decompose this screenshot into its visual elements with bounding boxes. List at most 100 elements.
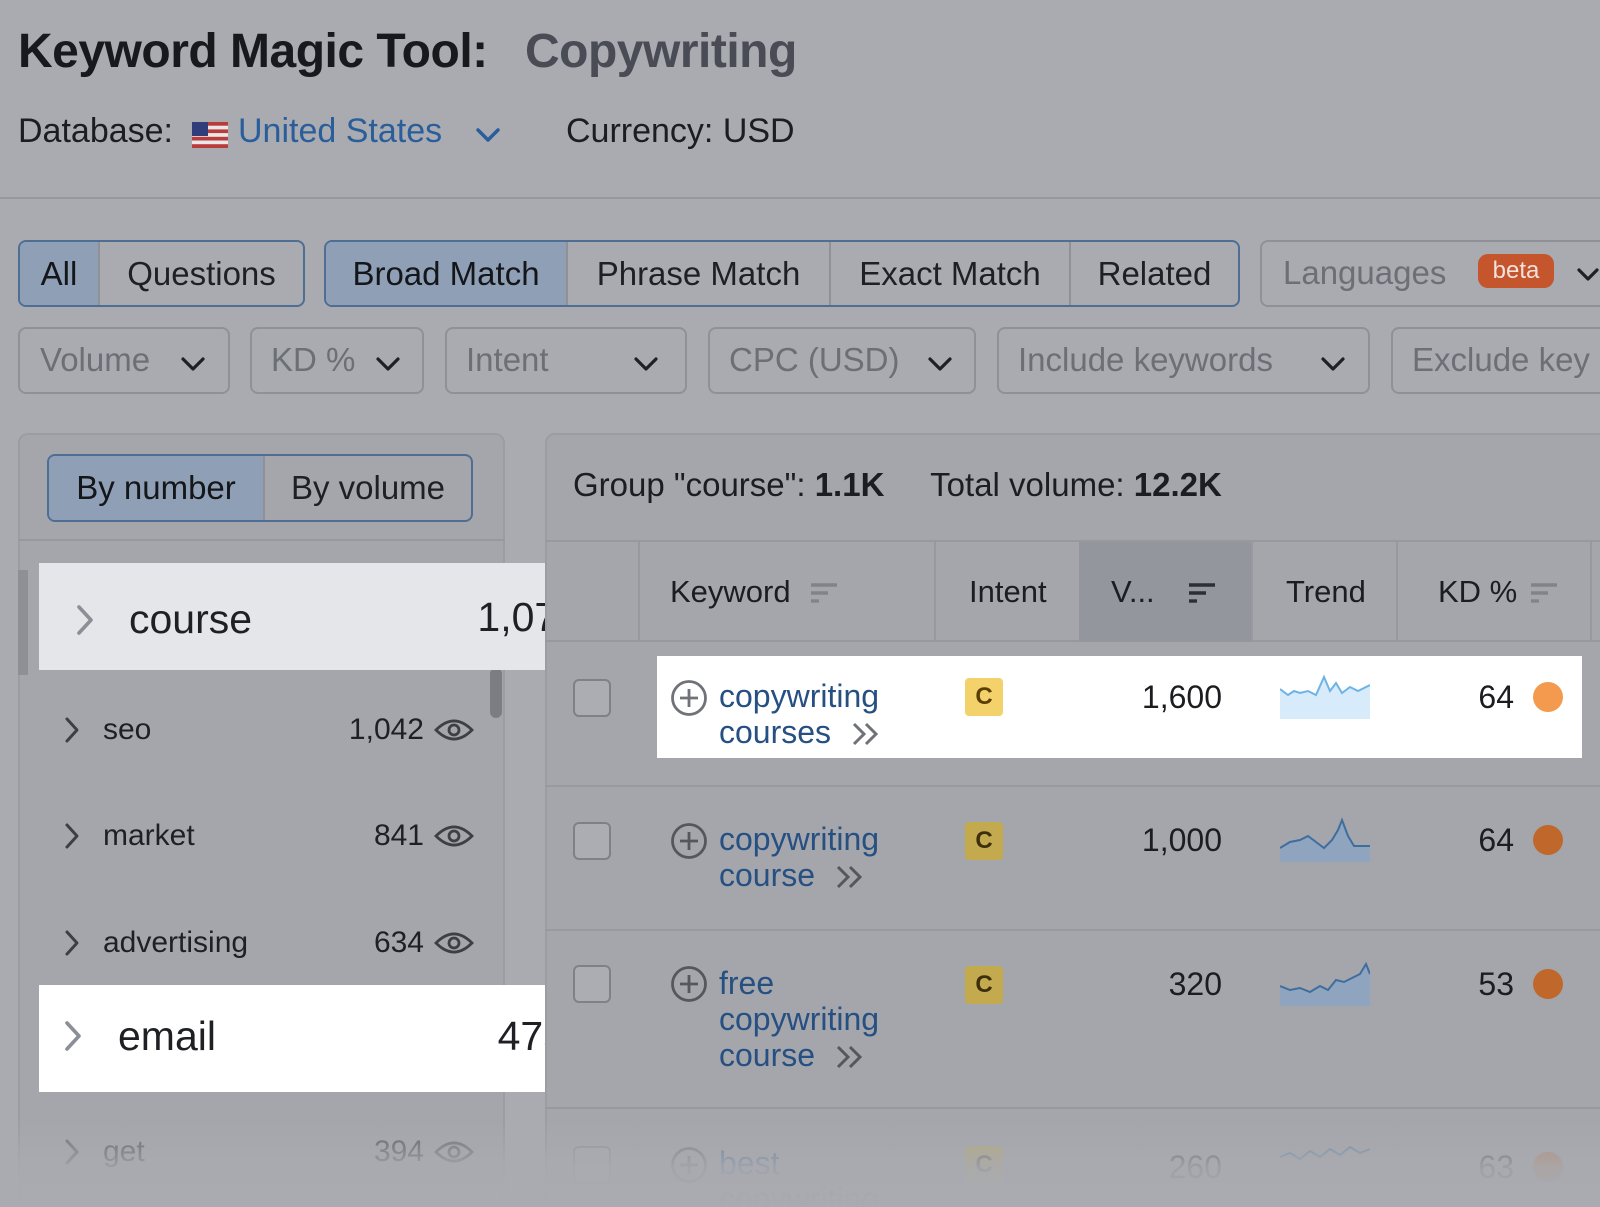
- group-name: market: [103, 819, 195, 852]
- volume-value: 1,000: [1141, 822, 1222, 858]
- database-select[interactable]: United States: [238, 112, 442, 151]
- column-divider: [1590, 542, 1592, 642]
- group-count: 634: [373, 926, 424, 959]
- group-name: course: [129, 596, 253, 642]
- serp-arrow-icon[interactable]: [834, 863, 866, 891]
- add-keyword-icon[interactable]: [670, 822, 708, 860]
- column-divider: [1396, 542, 1398, 642]
- chevron-right-icon[interactable]: [64, 929, 80, 957]
- intent-badge: C: [965, 822, 1003, 860]
- currency-label: Currency: USD: [566, 112, 795, 150]
- trend-sparkline: [1280, 674, 1370, 719]
- eye-icon[interactable]: [434, 716, 474, 744]
- us-flag-icon: [192, 122, 228, 148]
- keyword-link[interactable]: free: [719, 965, 774, 1001]
- serp-arrow-icon[interactable]: [834, 1043, 866, 1071]
- tab-by-number[interactable]: By number: [49, 456, 265, 520]
- sort-icon[interactable]: [809, 581, 839, 605]
- keyword-link[interactable]: course: [719, 857, 815, 893]
- kd-indicator: [1533, 825, 1563, 855]
- trend-sparkline: [1280, 961, 1370, 1006]
- column-header-trend: Trend: [1286, 574, 1366, 609]
- column-header-volume[interactable]: V...: [1111, 574, 1155, 610]
- group-sort-tabs: By number By volume: [47, 454, 473, 522]
- column-divider: [934, 542, 936, 642]
- bottom-fade: [0, 1120, 1600, 1207]
- group-summary: Group "course": 1.1K Total volume: 12.2K: [573, 466, 1222, 504]
- group-summary-value: 1.1K: [814, 466, 885, 503]
- row-checkbox[interactable]: [573, 679, 611, 717]
- tab-broad-match[interactable]: Broad Match: [326, 242, 568, 305]
- keyword-type-tabs: All Questions: [18, 240, 305, 307]
- page-title: Keyword Magic Tool:: [18, 25, 488, 78]
- groups-scroll-track: [18, 570, 28, 675]
- group-summary-label: Group "course":: [573, 466, 806, 503]
- beta-badge: beta: [1478, 254, 1554, 288]
- chevron-down-icon: [928, 357, 952, 371]
- column-header-keyword[interactable]: Keyword: [670, 574, 791, 610]
- kd-filter-label: KD %: [271, 341, 356, 378]
- total-volume-label: Total volume:: [930, 466, 1125, 503]
- tab-questions[interactable]: Questions: [100, 242, 303, 305]
- chevron-right-icon[interactable]: [62, 1019, 84, 1053]
- chevron-down-icon[interactable]: [474, 124, 502, 146]
- column-header-intent[interactable]: Intent: [969, 574, 1047, 610]
- include-keywords-label: Include keywords: [1018, 341, 1273, 378]
- group-name: email: [118, 1013, 216, 1059]
- kd-indicator: [1533, 682, 1563, 712]
- group-name: seo: [103, 713, 152, 746]
- keyword-link[interactable]: copywriting: [719, 1001, 879, 1037]
- eye-icon[interactable]: [434, 929, 474, 957]
- header-divider: [0, 197, 1600, 199]
- serp-arrow-icon[interactable]: [850, 720, 882, 748]
- tab-exact-match[interactable]: Exact Match: [831, 242, 1071, 305]
- tab-phrase-match[interactable]: Phrase Match: [568, 242, 831, 305]
- column-header-kd[interactable]: KD %: [1438, 574, 1517, 610]
- column-divider: [1251, 542, 1253, 642]
- cpc-filter-label: CPC (USD): [729, 341, 900, 378]
- volume-column-highlight: [1079, 542, 1251, 642]
- keyword-link[interactable]: copywriting: [719, 678, 879, 714]
- trend-sparkline: [1280, 817, 1370, 862]
- kd-value: 64: [1478, 822, 1514, 858]
- languages-label: Languages: [1283, 254, 1447, 291]
- volume-filter-label: Volume: [40, 341, 151, 378]
- column-divider: [638, 542, 640, 642]
- total-volume-value: 12.2K: [1133, 466, 1222, 503]
- volume-value: 320: [1168, 966, 1222, 1002]
- chevron-right-icon[interactable]: [74, 603, 96, 637]
- group-name: advertising: [103, 926, 249, 959]
- sort-icon[interactable]: [1529, 581, 1559, 605]
- add-keyword-icon[interactable]: [670, 965, 708, 1003]
- chevron-down-icon: [1321, 357, 1345, 371]
- sort-icon[interactable]: [1187, 581, 1217, 605]
- table-row[interactable]: [545, 931, 1600, 1107]
- row-checkbox[interactable]: [573, 965, 611, 1003]
- keyword-link[interactable]: course: [719, 1037, 815, 1073]
- chevron-right-icon[interactable]: [64, 716, 80, 744]
- tab-related[interactable]: Related: [1071, 242, 1238, 305]
- chevron-down-icon: [376, 357, 400, 371]
- group-count: 841: [373, 819, 424, 852]
- volume-value: 1,600: [1141, 679, 1222, 715]
- query-title: Copywriting: [525, 25, 797, 78]
- kd-value: 53: [1478, 966, 1514, 1002]
- match-type-tabs: Broad Match Phrase Match Exact Match Rel…: [324, 240, 1240, 307]
- chevron-down-icon: [1577, 268, 1599, 281]
- eye-icon[interactable]: [434, 822, 474, 850]
- tab-by-volume[interactable]: By volume: [265, 456, 471, 520]
- intent-badge: C: [965, 966, 1003, 1004]
- database-label: Database:: [18, 112, 173, 150]
- keyword-link[interactable]: copywriting: [719, 821, 879, 857]
- groups-divider: [18, 539, 505, 541]
- add-keyword-icon[interactable]: [670, 679, 708, 717]
- chevron-down-icon: [634, 357, 658, 371]
- tab-all[interactable]: All: [20, 242, 100, 305]
- keyword-link[interactable]: courses: [719, 714, 831, 750]
- chevron-right-icon[interactable]: [64, 822, 80, 850]
- intent-badge: C: [965, 678, 1003, 716]
- kd-value: 64: [1478, 679, 1514, 715]
- exclude-keywords-label: Exclude key: [1412, 341, 1590, 378]
- kd-indicator: [1533, 969, 1563, 999]
- row-checkbox[interactable]: [573, 822, 611, 860]
